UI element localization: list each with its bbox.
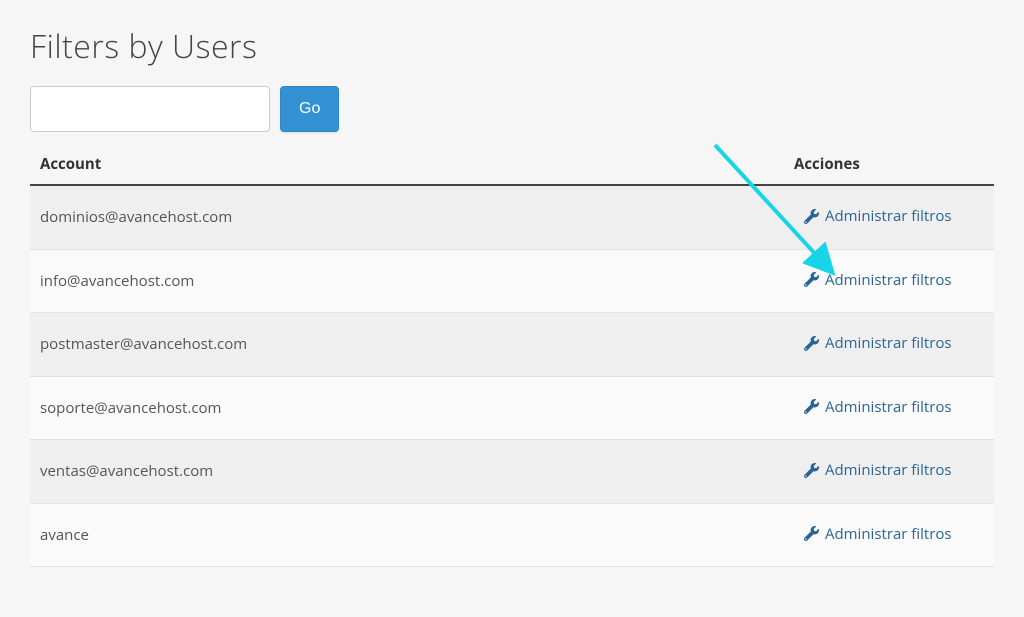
action-link-label: Administrar filtros xyxy=(825,270,952,290)
wrench-icon xyxy=(804,399,819,414)
search-row: Go xyxy=(30,86,994,132)
action-link-label: Administrar filtros xyxy=(825,206,952,226)
column-header-account[interactable]: Account xyxy=(30,142,794,185)
search-input[interactable] xyxy=(30,86,270,132)
manage-filters-link[interactable]: Administrar filtros xyxy=(804,460,952,480)
wrench-icon xyxy=(804,272,819,287)
account-cell: avance xyxy=(30,503,794,567)
go-button[interactable]: Go xyxy=(280,86,339,132)
table-row: dominios@avancehost.com Administrar filtr… xyxy=(30,185,994,249)
manage-filters-link[interactable]: Administrar filtros xyxy=(804,270,952,290)
wrench-icon xyxy=(804,209,819,224)
table-row: avance Administrar filtros xyxy=(30,503,994,567)
manage-filters-link[interactable]: Administrar filtros xyxy=(804,333,952,353)
account-cell: dominios@avancehost.com xyxy=(30,185,794,249)
manage-filters-link[interactable]: Administrar filtros xyxy=(804,524,952,544)
table-row: ventas@avancehost.com Administrar filtros xyxy=(30,440,994,504)
account-cell: postmaster@avancehost.com xyxy=(30,313,794,377)
column-header-actions[interactable]: Acciones xyxy=(794,142,994,185)
action-cell: Administrar filtros xyxy=(794,376,994,440)
wrench-icon xyxy=(804,526,819,541)
page-title: Filters by Users xyxy=(30,25,994,68)
manage-filters-link[interactable]: Administrar filtros xyxy=(804,397,952,417)
action-cell: Administrar filtros xyxy=(794,313,994,377)
table-row: soporte@avancehost.com Administrar filtro… xyxy=(30,376,994,440)
table-row: postmaster@avancehost.com Administrar fil… xyxy=(30,313,994,377)
account-cell: soporte@avancehost.com xyxy=(30,376,794,440)
action-cell: Administrar filtros xyxy=(794,440,994,504)
account-cell: ventas@avancehost.com xyxy=(30,440,794,504)
table-row: info@avancehost.com Administrar filtros xyxy=(30,249,994,313)
account-cell: info@avancehost.com xyxy=(30,249,794,313)
filters-table: Account Acciones dominios@avancehost.com… xyxy=(30,142,994,567)
action-link-label: Administrar filtros xyxy=(825,397,952,417)
wrench-icon xyxy=(804,336,819,351)
manage-filters-link[interactable]: Administrar filtros xyxy=(804,206,952,226)
action-link-label: Administrar filtros xyxy=(825,524,952,544)
action-cell: Administrar filtros xyxy=(794,503,994,567)
wrench-icon xyxy=(804,463,819,478)
action-link-label: Administrar filtros xyxy=(825,460,952,480)
action-cell: Administrar filtros xyxy=(794,185,994,249)
action-link-label: Administrar filtros xyxy=(825,333,952,353)
action-cell: Administrar filtros xyxy=(794,249,994,313)
